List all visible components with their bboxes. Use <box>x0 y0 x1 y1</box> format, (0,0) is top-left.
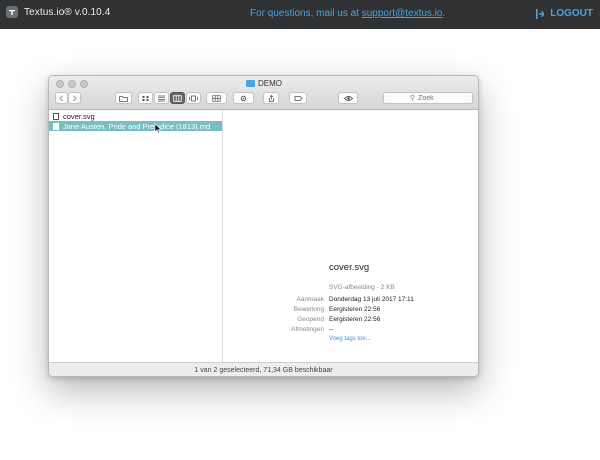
chevron-right-icon <box>73 95 77 101</box>
minimize-window-button[interactable] <box>68 80 76 88</box>
tags-button[interactable] <box>289 92 307 104</box>
tag-icon <box>294 95 303 101</box>
share-icon <box>268 94 274 102</box>
app-name: Textus.io® v.0.10.4 <box>24 6 111 18</box>
finder-window: DEMO ⚲ Zoek cover.svg Jane Austen, Pride… <box>48 75 479 377</box>
view-columns-button[interactable] <box>170 92 185 104</box>
preview-file-name: cover.svg <box>329 262 370 273</box>
add-tags-link[interactable]: Voeg tags toe... <box>329 336 371 342</box>
action-menu-button[interactable] <box>233 92 254 104</box>
window-title: DEMO <box>246 79 282 88</box>
preview-file-kind: SVG-afbeelding - 2 KB <box>329 284 395 291</box>
new-folder-button[interactable] <box>115 92 132 104</box>
search-input[interactable] <box>418 94 447 102</box>
arrange-button[interactable] <box>206 92 227 104</box>
gear-icon <box>240 95 247 101</box>
gallery-view-icon <box>189 95 198 101</box>
back-button[interactable] <box>55 92 68 104</box>
list-item[interactable]: cover.svg <box>49 111 222 121</box>
quick-look-button[interactable] <box>338 92 358 104</box>
finder-toolbar: DEMO ⚲ <box>49 76 478 110</box>
eye-icon <box>343 95 353 101</box>
top-bar: Textus.io® v.0.10.4 For questions, mail … <box>0 0 600 29</box>
close-window-button[interactable] <box>56 80 64 88</box>
preview-pane: cover.svg SVG-afbeelding - 2 KB Aanmaak … <box>223 110 478 362</box>
folder-icon <box>246 80 255 87</box>
grid-view-icon <box>142 95 149 101</box>
list-item-selected[interactable]: Jane Austen, Pride and Prejudice (1813).… <box>49 121 222 131</box>
brand: Textus.io® v.0.10.4 <box>6 6 110 18</box>
logout-button[interactable]: LOGOUT <box>536 8 593 19</box>
view-icons-button[interactable] <box>138 92 153 104</box>
new-folder-icon <box>119 95 128 102</box>
status-bar: 1 van 2 geselecteerd, 71,34 GB beschikba… <box>49 362 478 376</box>
support-email-link[interactable]: support@textus.io <box>362 8 443 19</box>
mouse-cursor-icon <box>154 124 162 134</box>
file-icon <box>53 122 59 130</box>
chevron-left-icon <box>59 95 63 101</box>
zoom-window-button[interactable] <box>80 80 88 88</box>
file-icon <box>53 112 59 120</box>
logout-icon <box>536 8 545 19</box>
forward-button[interactable] <box>68 92 81 104</box>
list-view-icon <box>158 95 165 101</box>
file-list: cover.svg Jane Austen, Pride and Prejudi… <box>49 110 223 362</box>
arrange-grid-icon <box>212 94 221 102</box>
search-icon: ⚲ <box>409 95 416 102</box>
search-field[interactable]: ⚲ <box>383 92 473 104</box>
preview-meta-values: Donderdag 13 juli 2017 17:11 Eergisteren… <box>329 296 414 333</box>
textus-logo-icon <box>6 6 18 18</box>
view-gallery-button[interactable] <box>186 92 201 104</box>
view-list-button[interactable] <box>154 92 169 104</box>
preview-meta-keys: Aanmaak Bewerking Geopend Afmetingen <box>291 296 324 333</box>
support-notice: For questions, mail us at support@textus… <box>250 8 446 19</box>
share-button[interactable] <box>263 92 279 104</box>
columns-view-icon <box>173 94 182 102</box>
